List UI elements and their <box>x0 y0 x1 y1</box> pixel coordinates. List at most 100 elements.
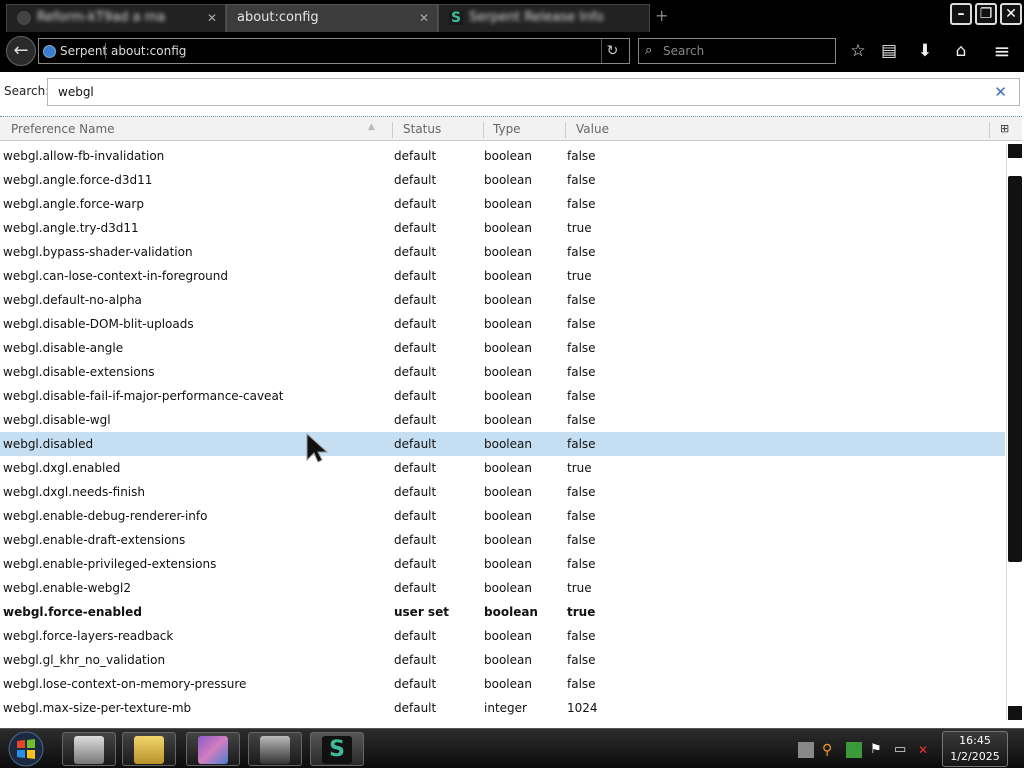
table-row[interactable]: webgl.force-enabled user set boolean true <box>0 600 1005 624</box>
tab-about-config[interactable]: about:config ✕ <box>226 4 438 32</box>
table-row[interactable]: webgl.angle.try-d3d11 default boolean true <box>0 216 1005 240</box>
maximize-button[interactable]: ❐ <box>975 3 997 25</box>
tab-3[interactable]: S Serpent Release Info <box>438 4 650 32</box>
table-row[interactable]: webgl.disable-angle default boolean false <box>0 336 1005 360</box>
table-row[interactable]: webgl.gl_khr_no_validation default boolean… <box>0 648 1005 672</box>
table-row[interactable]: webgl.disabled default boolean false <box>0 432 1005 456</box>
minimize-button[interactable]: – <box>950 3 972 25</box>
pref-type: boolean <box>484 485 532 499</box>
pref-name: webgl.default-no-alpha <box>3 293 142 307</box>
clock[interactable]: 16:45 1/2/2025 <box>942 731 1008 767</box>
pref-name: webgl.can-lose-context-in-foreground <box>3 269 229 283</box>
pref-type: boolean <box>484 173 532 187</box>
scroll-up-button[interactable] <box>1008 144 1022 158</box>
tab-1[interactable]: Reform-kT9ad a ma ✕ <box>6 4 226 32</box>
config-filter-input[interactable]: webgl ✕ <box>47 78 1020 106</box>
new-tab-button[interactable]: + <box>655 6 668 25</box>
taskbar-app-manager[interactable] <box>248 732 302 766</box>
pref-name: webgl.force-layers-readback <box>3 629 174 643</box>
column-header-value[interactable]: Value <box>576 122 609 136</box>
table-row[interactable]: webgl.enable-draft-extensions default bool… <box>0 528 1005 552</box>
table-row[interactable]: webgl.disable-fail-if-major-performance-… <box>0 384 1005 408</box>
column-header-name[interactable]: Preference Name <box>11 122 115 136</box>
vertical-scrollbar[interactable] <box>1006 144 1022 720</box>
column-header-status[interactable]: Status <box>403 122 441 136</box>
table-row[interactable]: webgl.disable-extensions default boolean fa… <box>0 360 1005 384</box>
table-row[interactable]: webgl.default-no-alpha default boolean fals… <box>0 288 1005 312</box>
pref-value: 1024 <box>567 701 598 715</box>
pref-name: webgl.enable-privileged-extensions <box>3 557 217 571</box>
table-row[interactable]: webgl.bypass-shader-validation default boo… <box>0 240 1005 264</box>
table-row[interactable]: webgl.lose-context-on-memory-pressure def… <box>0 672 1005 696</box>
pref-value: false <box>567 293 596 307</box>
url-bar[interactable]: Serpent about:config ↻ <box>38 38 630 64</box>
table-row[interactable]: webgl.enable-debug-renderer-info default b… <box>0 504 1005 528</box>
reload-icon[interactable]: ↻ <box>601 39 623 63</box>
column-header-type[interactable]: Type <box>493 122 521 136</box>
pref-type: boolean <box>484 317 532 331</box>
taskbar-app-tools[interactable] <box>62 732 116 766</box>
back-button[interactable]: ← <box>6 36 36 66</box>
pref-name: webgl.disable-wgl <box>3 413 111 427</box>
close-tab-icon[interactable]: ✕ <box>419 5 429 31</box>
table-row[interactable]: webgl.disable-DOM-blit-uploads default boo… <box>0 312 1005 336</box>
close-tab-icon[interactable]: ✕ <box>207 5 217 31</box>
column-splitter[interactable] <box>483 122 484 138</box>
column-picker-icon[interactable]: ⊞ <box>1000 122 1009 135</box>
table-row[interactable]: webgl.dxgl.needs-finish default boolean fal… <box>0 480 1005 504</box>
pref-type: integer <box>484 701 527 715</box>
column-splitter[interactable] <box>989 122 990 138</box>
table-row[interactable]: webgl.angle.force-d3d11 default boolean fal… <box>0 168 1005 192</box>
table-row[interactable]: webgl.enable-webgl2 default boolean true <box>0 576 1005 600</box>
bookmarks-menu-icon[interactable]: ▤ <box>878 40 900 62</box>
scroll-down-button[interactable] <box>1008 706 1022 720</box>
windows-start-icon[interactable] <box>6 730 46 768</box>
menu-hamburger-icon[interactable]: ≡ <box>991 40 1013 62</box>
pref-type: boolean <box>484 653 532 667</box>
search-icon: ⌕ <box>645 43 653 58</box>
table-row[interactable]: webgl.allow-fb-invalidation default boolea… <box>0 144 1005 168</box>
table-row[interactable]: webgl.enable-privileged-extensions defaul… <box>0 552 1005 576</box>
search-tray-icon[interactable]: ⚲ <box>822 742 838 758</box>
taskbar-app-serpent[interactable]: S <box>310 732 364 766</box>
url-text[interactable]: about:config <box>111 39 186 63</box>
keyboard-icon[interactable] <box>798 742 814 758</box>
identity-box[interactable]: Serpent <box>43 39 107 63</box>
pref-status: default <box>394 629 437 643</box>
pref-name: webgl.gl_khr_no_validation <box>3 653 166 667</box>
scrollbar-thumb[interactable] <box>1008 176 1022 562</box>
home-icon[interactable]: ⌂ <box>950 40 972 62</box>
pref-name: webgl.disable-fail-if-major-performance-… <box>3 389 284 403</box>
close-window-button[interactable]: ✕ <box>1000 3 1022 25</box>
volume-muted-icon[interactable]: ✕ <box>918 742 934 758</box>
pref-type: boolean <box>484 293 532 307</box>
pref-name: webgl.disable-extensions <box>3 365 155 379</box>
pref-value: true <box>567 269 592 283</box>
pref-type: boolean <box>484 269 532 283</box>
serpent-logo-icon: S <box>449 9 463 26</box>
pref-name: webgl.disabled <box>3 437 94 451</box>
column-splitter[interactable] <box>392 122 393 138</box>
network-icon[interactable]: ▭ <box>894 742 910 758</box>
table-row[interactable]: webgl.disable-wgl default boolean false <box>0 408 1005 432</box>
table-row[interactable]: webgl.angle.force-warp default boolean fals… <box>0 192 1005 216</box>
taskbar-app-explorer[interactable] <box>122 732 176 766</box>
security-icon[interactable] <box>846 742 862 758</box>
downloads-icon[interactable]: ⬇ <box>914 40 936 62</box>
pref-status: default <box>394 581 437 595</box>
action-center-flag-icon[interactable]: ⚑ <box>870 742 886 758</box>
web-search-input[interactable]: ⌕ Search <box>638 38 836 64</box>
table-row[interactable]: webgl.max-size-per-texture-mb default inte… <box>0 696 1005 720</box>
clear-filter-icon[interactable]: ✕ <box>994 79 1007 105</box>
table-row[interactable]: webgl.can-lose-context-in-foreground defa… <box>0 264 1005 288</box>
pref-status: default <box>394 677 437 691</box>
back-arrow-icon: ← <box>13 40 29 61</box>
taskbar-app-media[interactable] <box>186 732 240 766</box>
column-splitter[interactable] <box>565 122 566 138</box>
table-row[interactable]: webgl.dxgl.enabled default boolean true <box>0 456 1005 480</box>
bookmark-star-icon[interactable]: ☆ <box>847 40 869 62</box>
pref-type: boolean <box>484 557 532 571</box>
pref-value: false <box>567 629 596 643</box>
table-row[interactable]: webgl.force-layers-readback default boolea… <box>0 624 1005 648</box>
url-divider <box>105 43 106 59</box>
